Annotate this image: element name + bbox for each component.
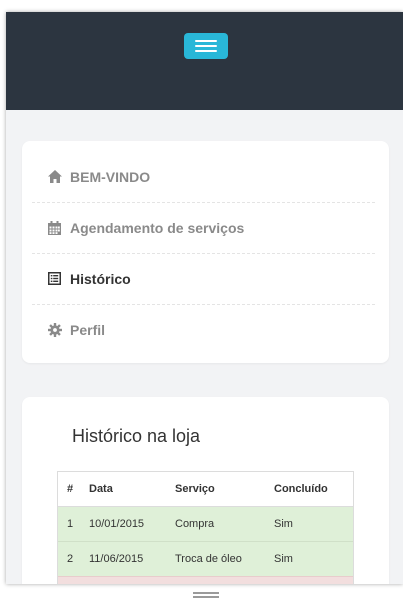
column-header: Serviço: [166, 471, 265, 507]
history-panel: Histórico na loja # Data Serviço Concluí…: [22, 397, 389, 584]
app-viewport: BEM-VINDO Agendamento de serviços Histór…: [6, 12, 403, 584]
table-cell: [80, 576, 166, 584]
table-cell: Compra: [166, 506, 265, 542]
history-table: # Data Serviço Concluído 1 10/01/2015 Co…: [57, 471, 354, 584]
table-header-row: # Data Serviço Concluído: [57, 471, 354, 507]
hamburger-menu-icon[interactable]: [184, 33, 228, 59]
table-cell: [265, 576, 354, 584]
top-navbar: [6, 12, 403, 110]
table-cell: [166, 576, 265, 584]
menu-item-label: Agendamento de serviços: [70, 219, 245, 236]
menu-item-bem-vindo[interactable]: BEM-VINDO: [32, 151, 375, 202]
calendar-icon: [47, 220, 62, 235]
gear-icon: [47, 322, 62, 337]
side-menu: BEM-VINDO Agendamento de serviços Histór…: [22, 141, 389, 363]
list-icon: [47, 271, 62, 286]
menu-item-agendamento[interactable]: Agendamento de serviços: [32, 202, 375, 253]
table-cell: 2: [57, 541, 80, 577]
table-cell: [57, 576, 80, 584]
resize-handle-icon[interactable]: [193, 596, 219, 598]
table-row[interactable]: [57, 576, 354, 584]
menu-item-historico[interactable]: Histórico: [32, 253, 375, 304]
table-cell: Sim: [265, 506, 354, 542]
table-cell: Troca de óleo: [166, 541, 265, 577]
table-row[interactable]: 2 11/06/2015 Troca de óleo Sim: [57, 541, 354, 577]
menu-item-label: Histórico: [70, 270, 131, 287]
table-row[interactable]: 1 10/01/2015 Compra Sim: [57, 506, 354, 542]
column-header: Data: [80, 471, 166, 507]
column-header: Concluído: [265, 471, 354, 507]
table-cell: 10/01/2015: [80, 506, 166, 542]
menu-item-label: Perfil: [70, 321, 106, 338]
table-cell: 11/06/2015: [80, 541, 166, 577]
menu-item-perfil[interactable]: Perfil: [32, 304, 375, 355]
menu-item-label: BEM-VINDO: [70, 168, 151, 185]
column-header: #: [57, 471, 80, 507]
resize-handle-icon[interactable]: [193, 592, 219, 594]
history-title: Histórico na loja: [72, 426, 201, 446]
home-icon: [47, 169, 62, 184]
table-cell: 1: [57, 506, 80, 542]
table-cell: Sim: [265, 541, 354, 577]
